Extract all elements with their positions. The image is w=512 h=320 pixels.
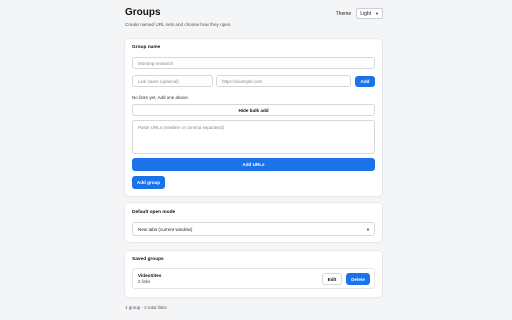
open-mode-value: New tabs (current window) <box>138 226 193 232</box>
add-urls-button[interactable]: Add URLs <box>132 158 375 171</box>
toggle-bulk-add-button[interactable]: Hide bulk add <box>132 104 375 116</box>
group-name-placeholder: Morning research <box>138 60 174 66</box>
open-mode-label: Default open mode <box>132 210 176 215</box>
saved-groups-card: Saved groups VideoSites 2 links Edit Del… <box>125 251 382 297</box>
theme-control: Theme Light ▼ <box>336 8 383 19</box>
link-url-placeholder: https://example.com <box>222 78 263 84</box>
page-title: Groups <box>125 7 161 18</box>
delete-group-button[interactable]: Delete <box>346 273 370 285</box>
edit-group-button[interactable]: Edit <box>322 273 342 285</box>
saved-groups-label: Saved groups <box>132 257 164 262</box>
group-name-label: Group name <box>132 45 161 50</box>
add-group-button[interactable]: Add group <box>132 176 165 189</box>
footer-summary: 1 group · 2 total links <box>125 305 167 310</box>
theme-select[interactable]: Light ▼ <box>356 8 383 19</box>
theme-value: Light <box>360 10 372 17</box>
saved-group-name: VideoSites <box>138 273 162 278</box>
page-header: Groups Theme Light ▼ <box>125 6 383 32</box>
saved-group-count: 2 links <box>138 279 151 284</box>
group-form-card: Group name Morning research Link name (o… <box>125 39 382 196</box>
open-mode-card: Default open mode New tabs (current wind… <box>125 203 382 242</box>
page-subtitle: Create named URL sets and choose how the… <box>125 22 232 27</box>
add-link-button[interactable]: Add <box>355 76 375 87</box>
bulk-urls-textarea[interactable]: Paste URLs (newline or comma separated) <box>132 120 375 154</box>
bulk-urls-placeholder: Paste URLs (newline or comma separated) <box>138 125 225 130</box>
theme-label: Theme <box>335 10 352 17</box>
empty-links-note: No links yet. Add one above. <box>132 95 190 100</box>
link-url-input[interactable]: https://example.com <box>216 75 351 87</box>
chevron-down-icon: ▼ <box>375 11 379 16</box>
open-mode-select[interactable]: New tabs (current window) ▼ <box>132 222 375 236</box>
group-name-input[interactable]: Morning research <box>132 57 375 69</box>
chevron-down-icon: ▼ <box>366 226 370 232</box>
link-name-input[interactable]: Link name (optional) <box>132 75 213 87</box>
link-name-placeholder: Link name (optional) <box>138 78 179 84</box>
saved-group-row: VideoSites 2 links Edit Delete <box>132 268 375 289</box>
